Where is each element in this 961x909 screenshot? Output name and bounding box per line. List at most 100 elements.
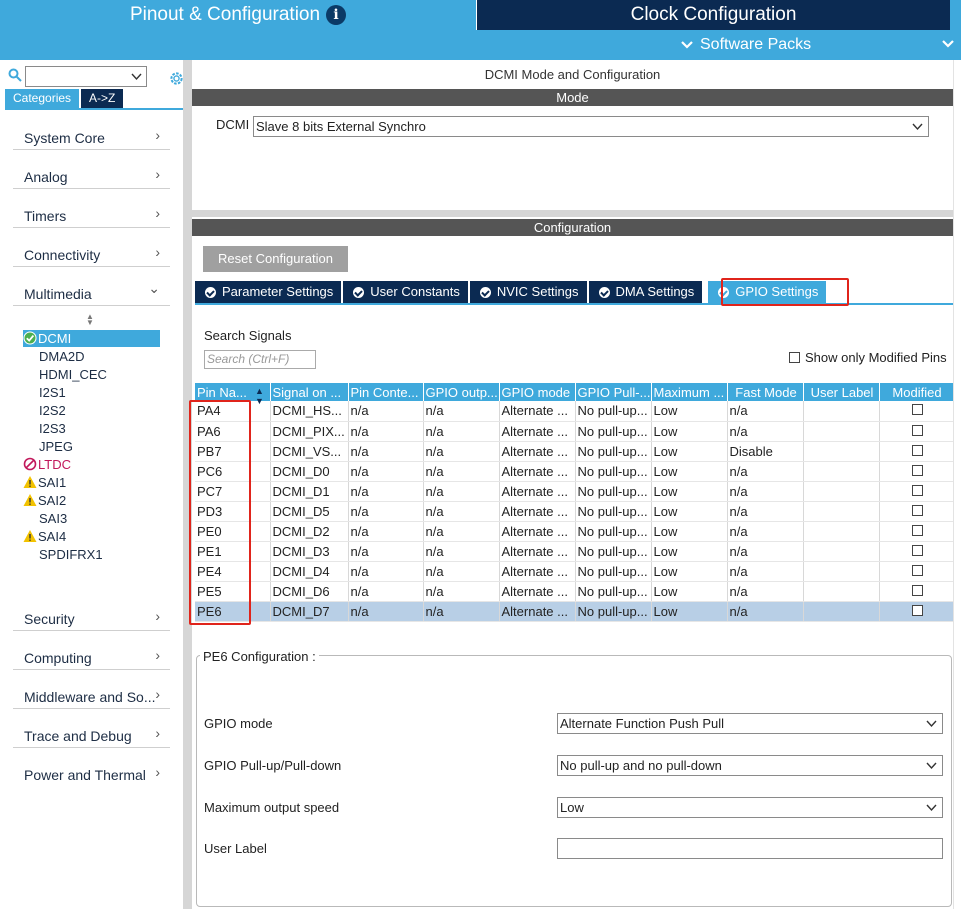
user-label-input[interactable]	[557, 838, 943, 859]
table-cell: Alternate ...	[499, 481, 576, 502]
sidebar-item-jpeg[interactable]: JPEG	[23, 438, 160, 455]
modified-checkbox[interactable]	[911, 484, 923, 496]
table-cell	[803, 521, 880, 542]
modified-cell	[879, 441, 954, 462]
check-circle-icon	[353, 286, 365, 298]
table-cell: DCMI_D6	[270, 581, 349, 602]
tab-nvic-settings[interactable]: NVIC Settings	[469, 281, 587, 303]
modified-checkbox[interactable]	[911, 464, 923, 476]
table-row[interactable]: PE1 DCMI_D3 n/a n/a Alternate ... No pull-up.…	[195, 541, 954, 562]
table-row[interactable]: PB7 DCMI_VS... n/a n/a Alternate ... No pull-…	[195, 441, 954, 462]
sidebar-item-dma2d[interactable]: DMA2D	[23, 348, 160, 365]
search-signals-input[interactable]: Search (Ctrl+F)	[204, 350, 316, 369]
table-row[interactable]: PC7 DCMI_D1 n/a n/a Alternate ... No pull-up.…	[195, 481, 954, 502]
sort-icon[interactable]: ▲ ▼	[255, 386, 264, 406]
tab-parameter-settings[interactable]: Parameter Settings	[195, 281, 342, 303]
modified-cell	[879, 601, 954, 622]
modified-checkbox[interactable]	[911, 544, 923, 556]
category-connectivity[interactable]: Connectivity ›	[13, 240, 170, 267]
sidebar-item-i2s2[interactable]: I2S2	[23, 402, 160, 419]
table-row[interactable]: PA4 DCMI_HS... n/a n/a Alternate ... No pull-…	[195, 401, 954, 422]
table-row[interactable]: PD3 DCMI_D5 n/a n/a Alternate ... No pull-up.…	[195, 501, 954, 522]
tab-categories[interactable]: Categories	[5, 89, 80, 108]
column-header[interactable]: Fast Mode	[727, 383, 804, 401]
column-header[interactable]: Pin Conte...	[348, 383, 424, 401]
modified-checkbox[interactable]	[911, 604, 923, 616]
modified-checkbox[interactable]	[911, 444, 923, 456]
category-computing[interactable]: Computing ›	[13, 643, 170, 670]
table-row[interactable]: PE0 DCMI_D2 n/a n/a Alternate ... No pull-up.…	[195, 521, 954, 542]
modified-checkbox[interactable]	[911, 404, 923, 416]
tab-clock-configuration[interactable]: Clock Configuration	[477, 0, 950, 30]
table-cell: No pull-up...	[575, 421, 652, 442]
modified-checkbox[interactable]	[911, 584, 923, 596]
speed-select[interactable]: Low	[557, 797, 943, 818]
category-multimedia[interactable]: Multimedia ⌄	[13, 279, 170, 306]
gpio-mode-select[interactable]: Alternate Function Push Pull	[557, 713, 943, 734]
table-cell: DCMI_D0	[270, 461, 349, 482]
tab-user-constants[interactable]: User Constants	[343, 281, 468, 303]
sidebar-item-spdifrx1[interactable]: SPDIFRX1	[23, 546, 160, 563]
column-header[interactable]: GPIO mode	[499, 383, 576, 401]
modified-cell	[879, 521, 954, 542]
table-row[interactable]: PE4 DCMI_D4 n/a n/a Alternate ... No pull-up.…	[195, 561, 954, 582]
sidebar-item-sai1[interactable]: SAI1	[23, 474, 160, 491]
modified-cell	[879, 561, 954, 582]
software-packs-button[interactable]: Software Packs	[680, 36, 811, 54]
table-row[interactable]: PC6 DCMI_D0 n/a n/a Alternate ... No pull-up.…	[195, 461, 954, 482]
checkbox[interactable]	[789, 352, 800, 363]
sidebar-item-ltdc[interactable]: LTDC	[23, 456, 160, 473]
modified-checkbox[interactable]	[911, 504, 923, 516]
column-header[interactable]: Signal on ...	[270, 383, 349, 401]
category-security[interactable]: Security ›	[13, 604, 170, 631]
table-cell: n/a	[348, 501, 424, 522]
tab-label: DMA Settings	[615, 284, 695, 299]
tab-dma-settings[interactable]: DMA Settings	[588, 281, 703, 303]
sidebar-item-i2s3[interactable]: I2S3	[23, 420, 160, 437]
main-scrollbar[interactable]	[953, 60, 961, 909]
table-cell: No pull-up...	[575, 481, 652, 502]
tab-a-z[interactable]: A->Z	[81, 89, 124, 108]
sidebar-item-hdmi-cec[interactable]: HDMI_CEC	[23, 366, 160, 383]
modified-cell	[879, 581, 954, 602]
pull-select[interactable]: No pull-up and no pull-down	[557, 755, 943, 776]
category-middleware[interactable]: Middleware and So... ›	[13, 682, 170, 709]
column-header[interactable]: GPIO Pull-...	[575, 383, 652, 401]
category-timers[interactable]: Timers ›	[13, 201, 170, 228]
category-power-thermal[interactable]: Power and Thermal ›	[13, 760, 170, 787]
sidebar-item-sai4[interactable]: SAI4	[23, 528, 160, 545]
sidebar-item-sai3[interactable]: SAI3	[23, 510, 160, 527]
info-icon[interactable]: i	[326, 5, 347, 25]
table-row[interactable]: PE6 DCMI_D7 n/a n/a Alternate ... No pull-up.…	[195, 601, 954, 622]
sidebar-item-sai2[interactable]: SAI2	[23, 492, 160, 509]
column-header[interactable]: Modified	[879, 383, 954, 401]
table-row[interactable]: PE5 DCMI_D6 n/a n/a Alternate ... No pull-up.…	[195, 581, 954, 602]
configuration-header: Configuration	[192, 219, 953, 236]
modified-checkbox[interactable]	[911, 564, 923, 576]
table-cell: DCMI_D3	[270, 541, 349, 562]
show-modified-checkbox[interactable]: Show only Modified Pins	[789, 350, 947, 365]
dcmi-mode-value: Slave 8 bits External Synchro	[256, 119, 426, 134]
modified-checkbox[interactable]	[911, 424, 923, 436]
collapse-chevron-icon[interactable]	[941, 36, 955, 54]
sort-arrows-icon[interactable]: ▲ ▼	[86, 313, 94, 327]
sidebar-search-input[interactable]	[25, 66, 147, 87]
modified-checkbox[interactable]	[911, 524, 923, 536]
tab-pinout-configuration[interactable]: Pinout & Configuration i	[0, 0, 476, 30]
tab-label: Parameter Settings	[222, 284, 334, 299]
category-analog[interactable]: Analog ›	[13, 162, 170, 189]
table-cell: DCMI_PIX...	[270, 421, 349, 442]
dcmi-mode-select[interactable]: Slave 8 bits External Synchro	[253, 116, 929, 137]
column-header[interactable]: Maximum ...	[651, 383, 728, 401]
sidebar-item-label: SAI1	[38, 475, 67, 490]
sidebar-item-i2s1[interactable]: I2S1	[23, 384, 160, 401]
sidebar-item-dcmi[interactable]: DCMI	[23, 330, 160, 347]
chevron-right-icon: ›	[155, 686, 160, 702]
table-cell: n/a	[348, 561, 424, 582]
reset-configuration-button[interactable]: Reset Configuration	[203, 246, 348, 272]
category-trace-debug[interactable]: Trace and Debug ›	[13, 721, 170, 748]
column-header[interactable]: GPIO outp...	[423, 383, 500, 401]
column-header[interactable]: User Label	[803, 383, 880, 401]
table-row[interactable]: PA6 DCMI_PIX... n/a n/a Alternate ... No pull…	[195, 421, 954, 442]
category-system-core[interactable]: System Core ›	[13, 123, 170, 150]
